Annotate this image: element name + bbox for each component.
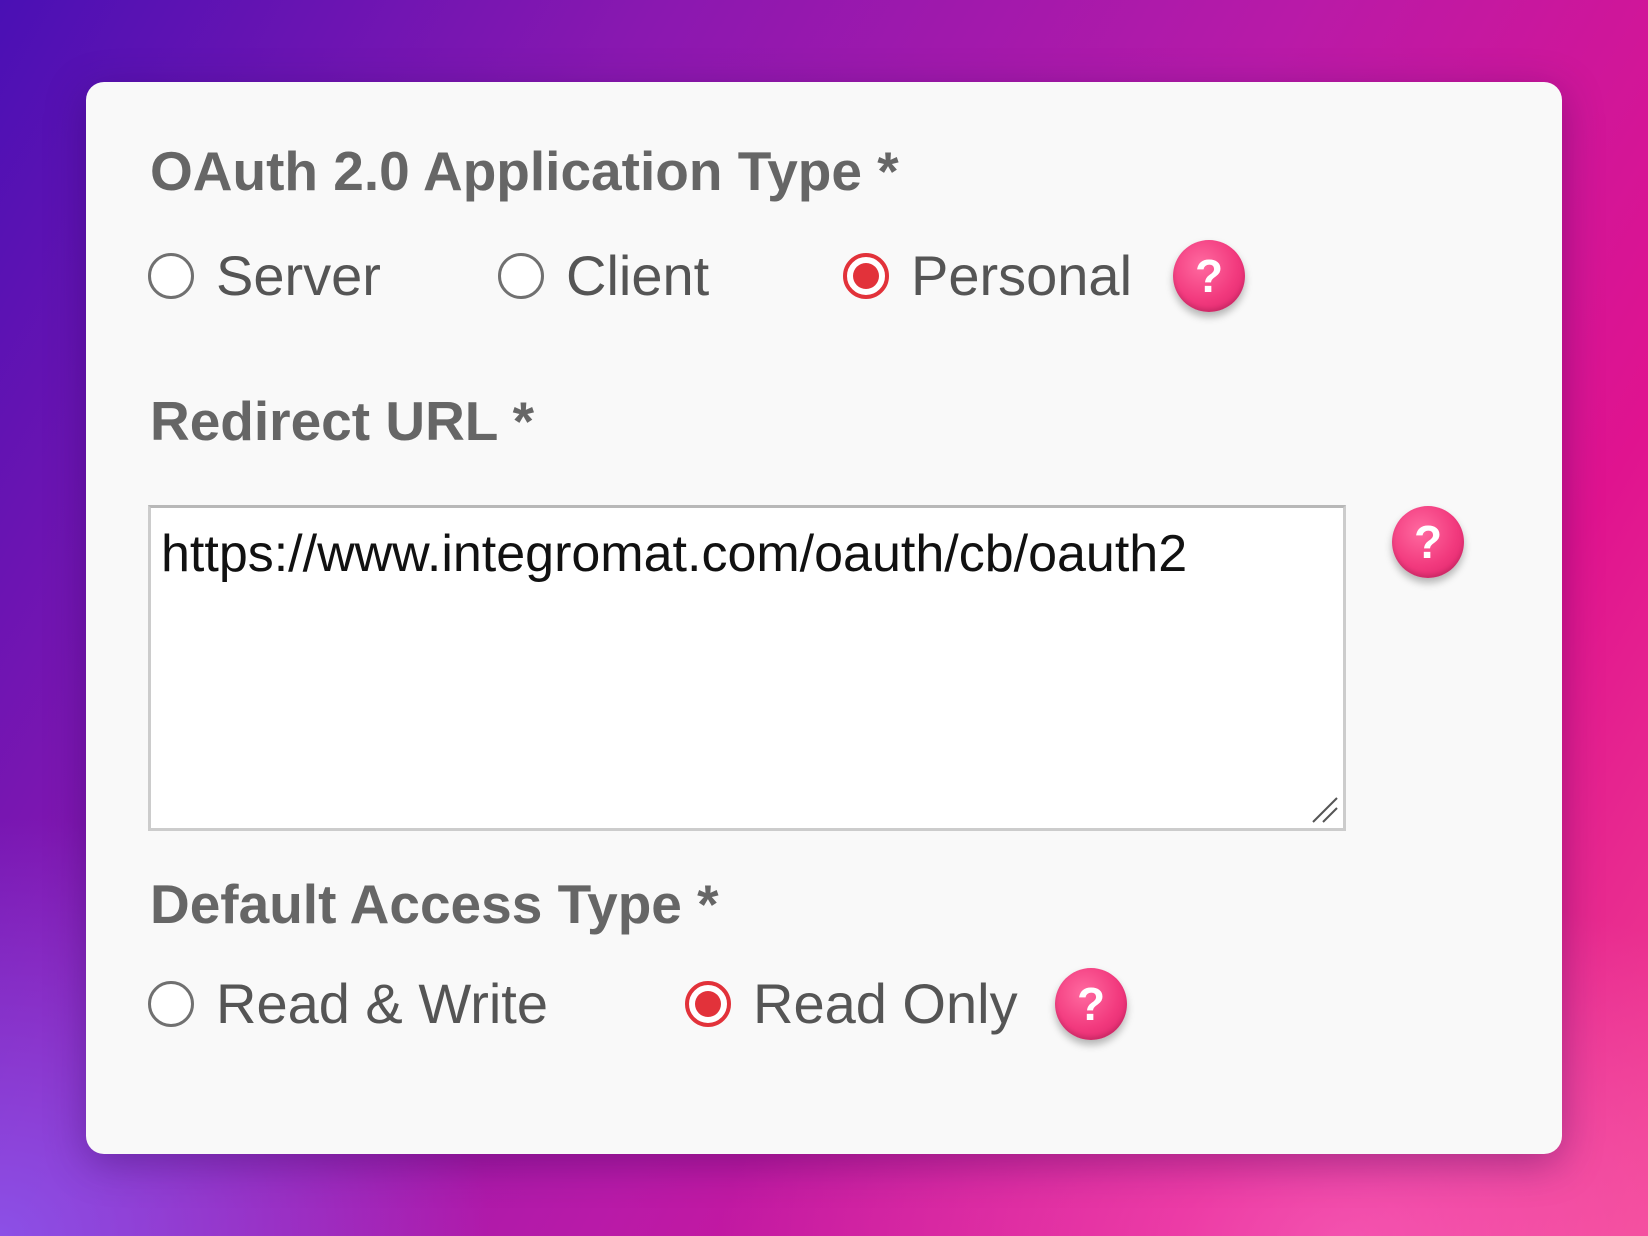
redirect-url-label: Redirect URL * xyxy=(150,390,535,452)
help-icon-symbol: ? xyxy=(1076,978,1106,1030)
radio-option-read-write[interactable]: Read & Write xyxy=(148,976,685,1032)
radio-label-personal: Personal xyxy=(911,244,1133,307)
radio-dot xyxy=(853,263,879,289)
help-icon-symbol: ? xyxy=(1413,516,1443,568)
radio-dot xyxy=(695,991,721,1017)
redirect-url-field[interactable]: https://www.integromat.com/oauth/cb/oaut… xyxy=(148,505,1346,831)
radio-option-read-only[interactable]: Read Only xyxy=(685,976,1055,1032)
question-mark-icon[interactable]: ? xyxy=(1173,240,1245,312)
radio-label-read-only: Read Only xyxy=(753,972,1018,1035)
redirect-url-textarea[interactable]: https://www.integromat.com/oauth/cb/oaut… xyxy=(151,508,1343,828)
question-mark-icon[interactable]: ? xyxy=(1392,506,1464,578)
question-mark-icon[interactable]: ? xyxy=(1055,968,1127,1040)
radio-label-server: Server xyxy=(216,244,381,307)
access-type-radio-group: Read & Write Read Only ? xyxy=(148,964,1127,1044)
radio-option-server[interactable]: Server xyxy=(148,248,498,304)
oauth-settings-card: OAuth 2.0 Application Type * Server Clie… xyxy=(86,82,1562,1154)
access-type-label: Default Access Type * xyxy=(150,873,719,935)
application-type-label: OAuth 2.0 Application Type * xyxy=(150,140,899,202)
radio-personal[interactable] xyxy=(843,253,889,299)
resize-grip-icon[interactable] xyxy=(1309,794,1339,824)
radio-read-write[interactable] xyxy=(148,981,194,1027)
radio-option-client[interactable]: Client xyxy=(498,248,843,304)
application-type-radio-group: Server Client Personal ? xyxy=(148,236,1245,316)
radio-label-client: Client xyxy=(566,244,710,307)
radio-option-personal[interactable]: Personal xyxy=(843,248,1173,304)
radio-client[interactable] xyxy=(498,253,544,299)
help-icon-symbol: ? xyxy=(1194,250,1224,302)
radio-label-read-write: Read & Write xyxy=(216,972,548,1035)
radio-read-only[interactable] xyxy=(685,981,731,1027)
radio-server[interactable] xyxy=(148,253,194,299)
